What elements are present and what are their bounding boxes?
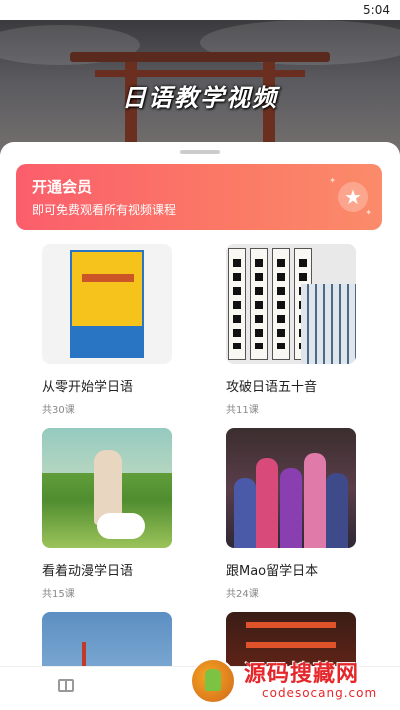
course-title: 跟Mao留学日本	[226, 564, 319, 579]
course-title: 攻破日语五十音	[226, 380, 318, 395]
vip-subtitle: 即可免费观看所有视频课程	[32, 203, 177, 217]
course-thumbnail	[42, 428, 172, 548]
course-count: 共24课	[226, 589, 259, 600]
drag-handle[interactable]	[180, 150, 220, 154]
watermark-text: 源码搜藏网	[244, 662, 360, 687]
course-card[interactable]: 跟Mao留学日本 共24课	[226, 428, 356, 600]
course-thumbnail	[226, 244, 356, 364]
star-icon: ★	[338, 182, 368, 212]
watermark-url: codesocang.com	[262, 686, 378, 700]
course-thumbnail	[226, 428, 356, 548]
vip-banner[interactable]: 开通会员 即可免费观看所有视频课程 ✦ ✦ ★	[16, 164, 382, 230]
course-card[interactable]: 看着动漫学日语 共15课	[42, 428, 172, 600]
sparkle-icon: ✦	[365, 208, 372, 217]
course-thumbnail	[42, 244, 172, 364]
house-logo-icon	[190, 658, 236, 704]
sparkle-icon: ✦	[329, 176, 336, 185]
vip-title: 开通会员	[32, 178, 93, 196]
course-card[interactable]: 从零开始学日语 共30课	[42, 244, 172, 416]
hero-banner: 日语教学视频	[0, 20, 400, 155]
course-count: 共15课	[42, 589, 75, 600]
book-icon[interactable]	[58, 679, 74, 692]
course-title: 从零开始学日语	[42, 380, 134, 395]
status-bar: 5:04	[0, 0, 400, 20]
status-time: 5:04	[363, 3, 390, 17]
watermark-logo: 源码搜藏网 codesocang.com	[186, 652, 396, 708]
course-title: 看着动漫学日语	[42, 564, 134, 579]
content-sheet: 开通会员 即可免费观看所有视频课程 ✦ ✦ ★ 从零开始学日语 共30课 攻破日…	[0, 142, 400, 710]
hero-title: 日语教学视频	[122, 84, 278, 112]
course-count: 共11课	[226, 405, 259, 416]
course-count: 共30课	[42, 405, 75, 416]
course-card[interactable]: 攻破日语五十音 共11课	[226, 244, 356, 416]
